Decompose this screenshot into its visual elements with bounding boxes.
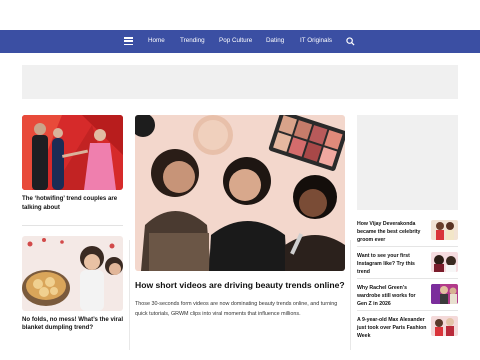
feature-description: Those 30-seconds form videos are now dom…: [135, 300, 338, 318]
left-column: The ‘hotwifing’ trend couples are talkin…: [22, 115, 123, 333]
left-divider: [22, 224, 123, 226]
rachel-green-thumbnail[interactable]: [431, 284, 458, 304]
left-card-title-2[interactable]: No folds, no mess! What’s the viral blan…: [22, 316, 123, 334]
beauty-trends-image[interactable]: [135, 115, 345, 271]
search-icon[interactable]: [346, 37, 355, 46]
right-divider: [357, 278, 458, 279]
wedding-thumbnail[interactable]: [431, 220, 458, 240]
menu-icon[interactable]: [124, 37, 133, 46]
dumpling-trend-image[interactable]: [22, 235, 123, 311]
right-divider: [357, 246, 458, 247]
featured-article: How short videos are driving beauty tren…: [135, 115, 345, 320]
nav-dating[interactable]: Dating: [266, 37, 284, 44]
nav-trending[interactable]: Trending: [180, 37, 205, 44]
instagram-thumbnail[interactable]: [431, 252, 458, 272]
fashion-week-thumbnail[interactable]: [431, 316, 458, 336]
nav-home[interactable]: Home: [148, 37, 165, 44]
right-item-title-4[interactable]: A 9-year-old Max Alexander just took ove…: [357, 316, 427, 340]
nav-pop-culture[interactable]: Pop Culture: [219, 37, 252, 44]
couple-trend-image[interactable]: [22, 115, 123, 190]
top-nav-bar: Home Trending Pop Culture Dating IT Orig…: [0, 30, 480, 53]
nav-it-originals[interactable]: IT Originals: [300, 37, 332, 44]
ad-banner: [22, 65, 458, 99]
column-separator-right: [350, 240, 351, 350]
right-item-title-1[interactable]: How Vijay Deverakonda became the best ce…: [357, 220, 427, 244]
sidebar-ad: [357, 115, 458, 210]
feature-title[interactable]: How short videos are driving beauty tren…: [135, 279, 345, 292]
right-divider: [357, 310, 458, 311]
right-item-title-2[interactable]: Want to see your first Instagram like? T…: [357, 252, 427, 276]
right-column: How Vijay Deverakonda became the best ce…: [357, 115, 458, 339]
left-card-title-1[interactable]: The ‘hotwifing’ trend couples are talkin…: [22, 195, 123, 213]
right-item-title-3[interactable]: Why Rachel Green’s wardrobe still works …: [357, 284, 427, 308]
column-separator-left: [129, 240, 130, 350]
